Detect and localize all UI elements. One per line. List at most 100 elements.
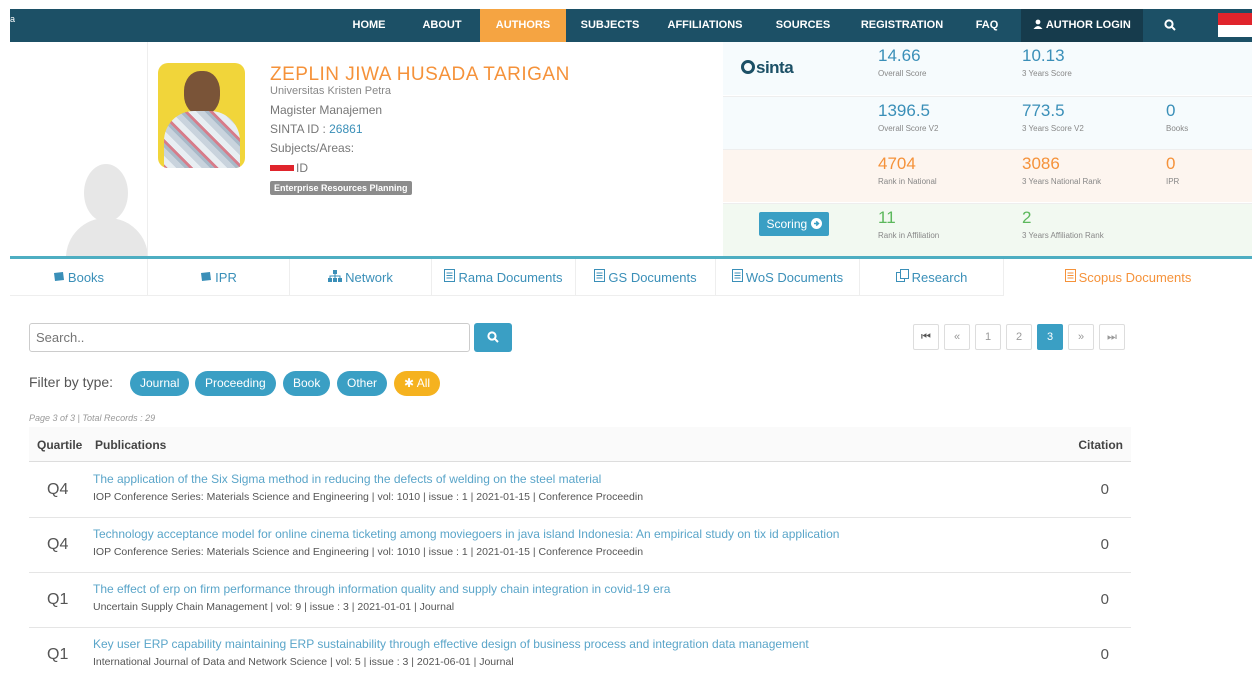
score-row-2: 1396.5 Overall Score V2 773.5 3 Years Scor… — [723, 96, 1252, 149]
sinta-id-value[interactable]: 26861 — [329, 122, 362, 136]
row-quartile: Q1 — [47, 591, 69, 608]
silhouette-body — [66, 218, 147, 256]
nav-about[interactable]: ABOUT — [414, 9, 470, 42]
author-sinta-id: SINTA ID : 26861 — [270, 122, 363, 136]
prev-page-button[interactable]: « — [944, 324, 970, 350]
tab-gs-documents[interactable]: GS Documents — [576, 259, 716, 296]
author-login-button[interactable]: AUTHOR LOGIN — [1021, 9, 1143, 42]
sitemap-icon — [328, 270, 343, 282]
next-page-button[interactable]: » — [1068, 324, 1094, 350]
sinta-logo-text: sinta — [756, 58, 794, 77]
page-3-button[interactable]: 3 — [1037, 324, 1063, 350]
nav-registration[interactable]: REGISTRATION — [858, 9, 946, 42]
pagination: ⏮ « 1 2 3 » ⏭ — [908, 324, 1125, 350]
copy-icon — [895, 269, 909, 282]
nav-search-button[interactable] — [1145, 9, 1195, 42]
first-page-button[interactable]: ⏮ — [913, 324, 939, 350]
publication-title-link[interactable]: Technology acceptance model for online c… — [93, 527, 839, 541]
nav-affiliations[interactable]: AFFILIATIONS — [662, 9, 748, 42]
silhouette-icon — [84, 164, 128, 222]
subject-tag[interactable]: Enterprise Resources Planning — [270, 181, 412, 195]
author-country: ID — [270, 161, 308, 175]
nav-faq[interactable]: FAQ — [970, 9, 1004, 42]
filter-all-chip[interactable]: ✱ All — [394, 371, 441, 396]
book-icon — [201, 272, 212, 281]
nav-sources[interactable]: SOURCES — [770, 9, 836, 42]
tab-scopus-documents[interactable]: Scopus Documents — [1004, 259, 1252, 296]
score-row-1: sinta 14.66 Overall Score 10.13 3 Years Sc… — [723, 42, 1252, 95]
row-quartile: Q4 — [47, 481, 69, 498]
overall-score-v2: 1396.5 Overall Score V2 — [878, 101, 938, 133]
scoring-button[interactable]: Scoring — [759, 212, 829, 236]
tab-network[interactable]: Network — [290, 259, 432, 296]
rank-affiliation: 11 Rank in Affiliation — [878, 208, 939, 240]
author-university[interactable]: Universitas Kristen Petra — [270, 85, 391, 97]
author-login-label: AUTHOR LOGIN — [1045, 19, 1131, 31]
publication-title-link[interactable]: The application of the Six Sigma method … — [93, 472, 601, 486]
sinta-logo-icon — [741, 60, 755, 74]
header-citation: Citation — [1078, 438, 1123, 452]
tab-rama-documents[interactable]: Rama Documents — [432, 259, 576, 296]
filter-other-chip[interactable]: Other — [337, 371, 388, 396]
three-years-national-rank: 3086 3 Years National Rank — [1022, 154, 1101, 186]
photo-shirt — [164, 111, 240, 168]
row-citation: 0 — [1100, 646, 1109, 663]
tab-research[interactable]: Research — [860, 259, 1004, 296]
filter-journal-chip[interactable]: Journal — [130, 371, 190, 396]
profile-side-column — [10, 42, 148, 256]
nav-authors[interactable]: AUTHORS — [480, 9, 566, 42]
ipr-count-value: 0 — [1166, 154, 1176, 173]
search-input[interactable] — [29, 323, 470, 352]
three-years-score-v2: 773.5 3 Years Score V2 — [1022, 101, 1084, 133]
tab-ipr-label: IPR — [215, 270, 237, 285]
nav-home[interactable]: HOME — [340, 9, 398, 42]
rank-national: 4704 Rank in National — [878, 154, 937, 186]
page-info: Page 3 of 3 | Total Records : 29 — [29, 413, 156, 423]
rank-national-value: 4704 — [878, 154, 916, 173]
nav-subjects[interactable]: SUBJECTS — [576, 9, 644, 42]
filter-label: Filter by type: — [29, 374, 114, 390]
tab-ipr[interactable]: IPR — [148, 259, 290, 296]
user-icon — [1033, 19, 1043, 29]
rank-affiliation-value: 11 — [878, 208, 896, 227]
page-1-button[interactable]: 1 — [975, 324, 1001, 350]
row-quartile: Q4 — [47, 536, 69, 553]
filter-book-chip[interactable]: Book — [283, 371, 331, 396]
document-tabs: Books IPR Network Rama Documents GS Docu… — [10, 259, 1252, 296]
score-row-4: Scoring 11 Rank in Affiliation 2 3 Years A… — [723, 203, 1252, 256]
author-program: Magister Manajemen — [270, 103, 383, 117]
three-years-affiliation-rank-value: 2 — [1022, 208, 1032, 227]
tab-books[interactable]: Books — [10, 259, 148, 296]
row-citation: 0 — [1100, 536, 1109, 553]
books-count-value: 0 — [1166, 101, 1176, 120]
search-button[interactable] — [474, 323, 512, 352]
tab-network-label: Network — [345, 270, 393, 285]
tab-wos-documents[interactable]: WoS Documents — [716, 259, 860, 296]
page-2-button[interactable]: 2 — [1006, 324, 1032, 350]
table-row: Q4 The application of the Six Sigma meth… — [29, 463, 1131, 518]
books-count-label: Books — [1166, 124, 1189, 133]
publication-meta: Uncertain Supply Chain Management | vol:… — [93, 601, 455, 613]
top-navbar: a HOME ABOUT AUTHORS SUBJECTS AFFILIATIO… — [10, 9, 1252, 42]
search-icon — [1164, 19, 1176, 31]
table-row: Q4 Technology acceptance model for onlin… — [29, 518, 1131, 573]
publication-title-link[interactable]: Key user ERP capability maintaining ERP … — [93, 637, 809, 651]
tab-rama-documents-label: Rama Documents — [458, 270, 563, 285]
indonesia-flag-icon[interactable] — [1218, 13, 1252, 37]
tab-gs-documents-label: GS Documents — [608, 270, 697, 285]
last-page-button[interactable]: ⏭ — [1099, 324, 1125, 350]
rank-national-label: Rank in National — [878, 177, 937, 186]
filter-proceeding-chip[interactable]: Proceeding — [195, 371, 276, 396]
document-icon — [444, 269, 456, 282]
sinta-id-label: SINTA ID : — [270, 122, 330, 136]
indonesia-flag-icon — [270, 165, 294, 171]
overall-score-v2-value: 1396.5 — [878, 101, 930, 120]
search-icon — [487, 331, 499, 343]
author-name[interactable]: ZEPLIN JIWA HUSADA TARIGAN — [270, 64, 570, 86]
publication-title-link[interactable]: The effect of erp on firm performance th… — [93, 582, 670, 596]
three-years-national-rank-label: 3 Years National Rank — [1022, 177, 1102, 186]
filter-all-label: All — [416, 376, 431, 390]
books-count: 0 Books — [1166, 101, 1188, 133]
rank-affiliation-label: Rank in Affiliation — [878, 231, 940, 240]
book-icon — [53, 272, 64, 281]
